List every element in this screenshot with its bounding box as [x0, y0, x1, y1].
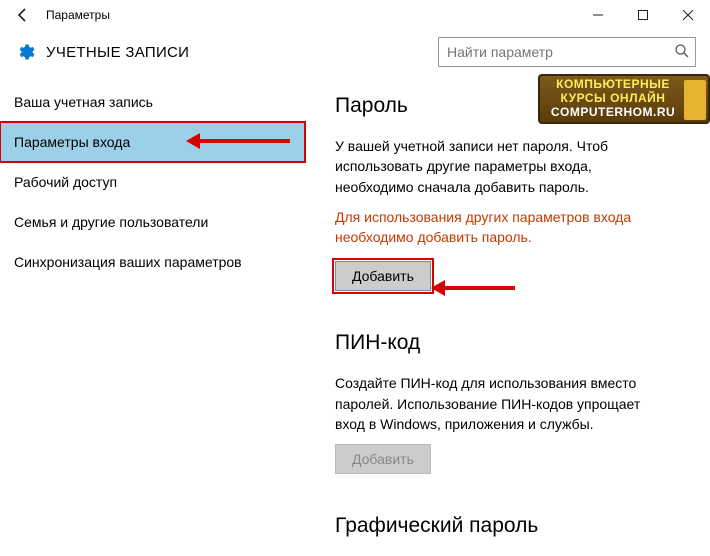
password-add-button[interactable]: Добавить: [335, 261, 431, 291]
badge-line2: КУРСЫ ОНЛАЙН: [542, 92, 684, 106]
titlebar: Параметры: [0, 0, 710, 30]
close-button[interactable]: [665, 0, 710, 30]
header: УЧЕТНЫЕ ЗАПИСИ: [0, 30, 710, 74]
minimize-button[interactable]: [575, 0, 620, 30]
sidebar-item-work-access[interactable]: Рабочий доступ: [0, 162, 305, 202]
main-content: КОМПЬЮТЕРНЫЕ КУРСЫ ОНЛАЙН COMPUTERHOM.RU…: [305, 74, 710, 556]
search-box[interactable]: [438, 37, 696, 67]
badge-figure-icon: [684, 80, 706, 120]
back-button[interactable]: [8, 0, 38, 30]
sidebar: Ваша учетная запись Параметры входа Рабо…: [0, 74, 305, 556]
password-warning: Для использования других параметров вход…: [335, 207, 665, 248]
password-body: У вашей учетной записи нет пароля. Чтоб …: [335, 136, 665, 197]
pin-body: Создайте ПИН-код для использования вмест…: [335, 373, 665, 434]
sidebar-item-your-account[interactable]: Ваша учетная запись: [0, 82, 305, 122]
pin-title: ПИН-код: [335, 331, 692, 355]
badge-line1: КОМПЬЮТЕРНЫЕ: [542, 78, 684, 92]
window-title: Параметры: [38, 8, 110, 22]
badge-line3: COMPUTERHOM.RU: [542, 106, 684, 120]
annotation-arrow-add-button: [435, 286, 515, 290]
sidebar-item-sync-settings[interactable]: Синхронизация ваших параметров: [0, 242, 305, 282]
settings-gear-icon: [14, 41, 36, 63]
sidebar-item-family-users[interactable]: Семья и другие пользователи: [0, 202, 305, 242]
annotation-arrow-sidebar: [190, 139, 290, 143]
section-picture-password: Графический пароль Вход в Windows с помо…: [335, 514, 692, 556]
page-heading: УЧЕТНЫЕ ЗАПИСИ: [46, 44, 189, 61]
window-controls: [575, 0, 710, 30]
watermark-badge: КОМПЬЮТЕРНЫЕ КУРСЫ ОНЛАЙН COMPUTERHOM.RU: [538, 74, 710, 124]
pin-add-button[interactable]: Добавить: [335, 444, 431, 474]
search-input[interactable]: [438, 37, 696, 67]
picture-title: Графический пароль: [335, 514, 692, 538]
maximize-button[interactable]: [620, 0, 665, 30]
section-pin: ПИН-код Создайте ПИН-код для использован…: [335, 331, 692, 474]
search-icon: [674, 43, 690, 62]
